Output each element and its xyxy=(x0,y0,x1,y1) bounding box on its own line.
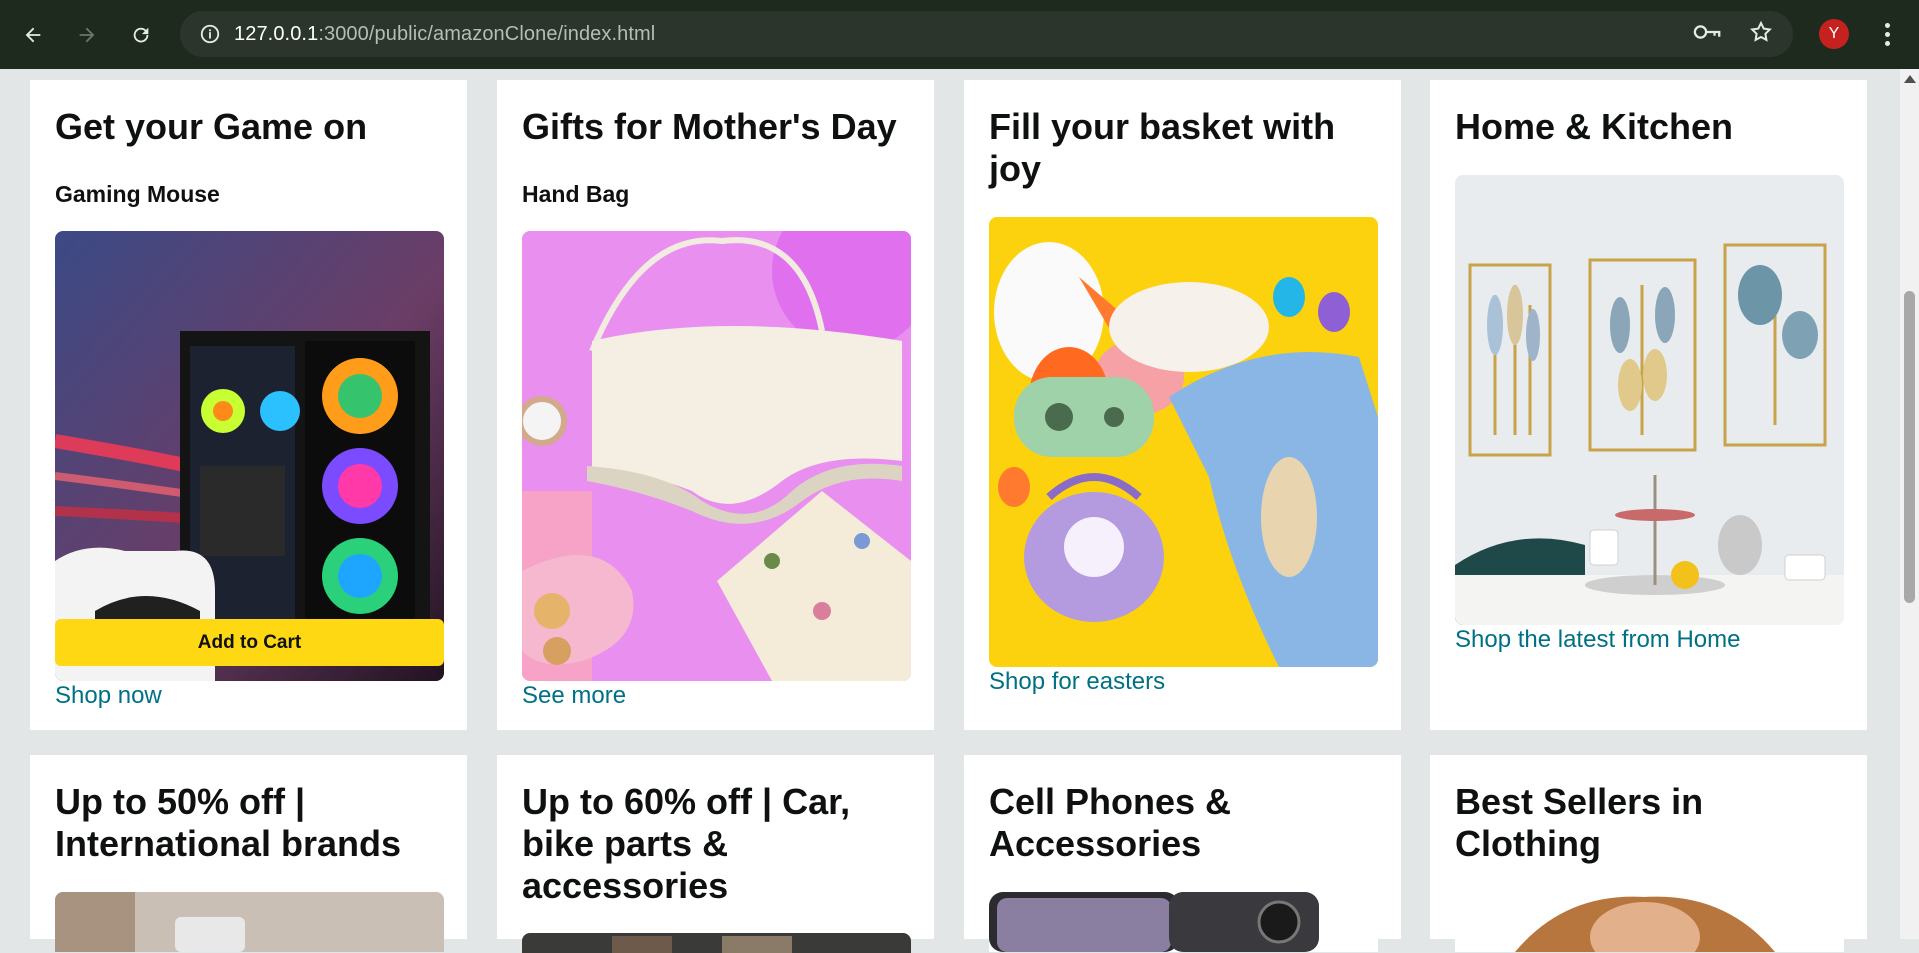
clothing-image[interactable] xyxy=(1455,892,1844,952)
card-car-bike-parts: Up to 60% off | Car, bike parts & access… xyxy=(497,755,934,953)
gaming-pc-image[interactable]: Add to Cart xyxy=(55,231,444,681)
shop-for-easters-link[interactable]: Shop for easters xyxy=(989,668,1165,696)
card-title: Up to 60% off | Car, bike parts & access… xyxy=(522,781,851,906)
browser-menu-icon[interactable] xyxy=(1874,18,1900,50)
address-bar[interactable]: 127.0.0.1:3000/public/amazonClone/index.… xyxy=(180,11,1793,57)
card-gaming: Get your Game on Gaming Mouse Add to Car… xyxy=(30,80,467,730)
card-title: Get your Game on xyxy=(55,106,368,147)
card-title: Fill your basket with joy xyxy=(989,106,1336,189)
shop-now-link[interactable]: Shop now xyxy=(55,682,162,710)
profile-avatar[interactable]: Y xyxy=(1819,19,1849,49)
easter-basket-image[interactable] xyxy=(989,217,1378,667)
card-easter: Fill your basket with joy Shop for easte… xyxy=(964,80,1401,730)
site-info-icon[interactable] xyxy=(186,23,234,45)
card-subtitle: Gaming Mouse xyxy=(55,181,220,207)
page-scrollbar[interactable] xyxy=(1900,69,1919,939)
card-best-sellers-clothing: Best Sellers in Clothing xyxy=(1430,755,1867,952)
car-parts-image[interactable] xyxy=(522,933,911,953)
scroll-up-arrow-icon[interactable] xyxy=(1904,75,1916,83)
back-arrow-icon[interactable] xyxy=(6,8,60,62)
see-more-link[interactable]: See more xyxy=(522,682,626,710)
card-cell-phones: Cell Phones & Accessories xyxy=(964,755,1401,952)
url-text[interactable]: 127.0.0.1:3000/public/amazonClone/index.… xyxy=(234,23,655,46)
card-subtitle: Hand Bag xyxy=(522,181,630,207)
card-title: Cell Phones & Accessories xyxy=(989,781,1232,864)
scroll-thumb[interactable] xyxy=(1904,291,1915,603)
url-host: 127.0.0.1 xyxy=(234,22,319,45)
card-title: Up to 50% off | International brands xyxy=(55,781,402,864)
add-to-cart-button[interactable]: Add to Cart xyxy=(55,619,444,666)
card-title: Home & Kitchen xyxy=(1455,106,1734,147)
card-title: Gifts for Mother's Day xyxy=(522,106,897,147)
home-decor-image[interactable] xyxy=(1455,175,1844,625)
shop-latest-home-link[interactable]: Shop the latest from Home xyxy=(1455,626,1740,654)
bookmark-star-icon[interactable] xyxy=(1749,20,1773,49)
card-title: Best Sellers in Clothing xyxy=(1455,781,1704,864)
cell-phones-image[interactable] xyxy=(989,892,1378,952)
card-home-kitchen: Home & Kitchen Shop the latest from Home xyxy=(1430,80,1867,730)
card-international-brands: Up to 50% off | International brands xyxy=(30,755,467,952)
browser-toolbar: 127.0.0.1:3000/public/amazonClone/index.… xyxy=(0,0,1919,69)
reload-icon[interactable] xyxy=(114,8,168,62)
card-mothers-day: Gifts for Mother's Day Hand Bag See more xyxy=(497,80,934,730)
hand-bag-image[interactable] xyxy=(522,231,911,681)
international-brands-image[interactable] xyxy=(55,892,444,952)
password-key-icon[interactable] xyxy=(1693,22,1723,47)
forward-arrow-icon[interactable] xyxy=(60,8,114,62)
url-path: :3000/public/amazonClone/index.html xyxy=(318,22,656,45)
